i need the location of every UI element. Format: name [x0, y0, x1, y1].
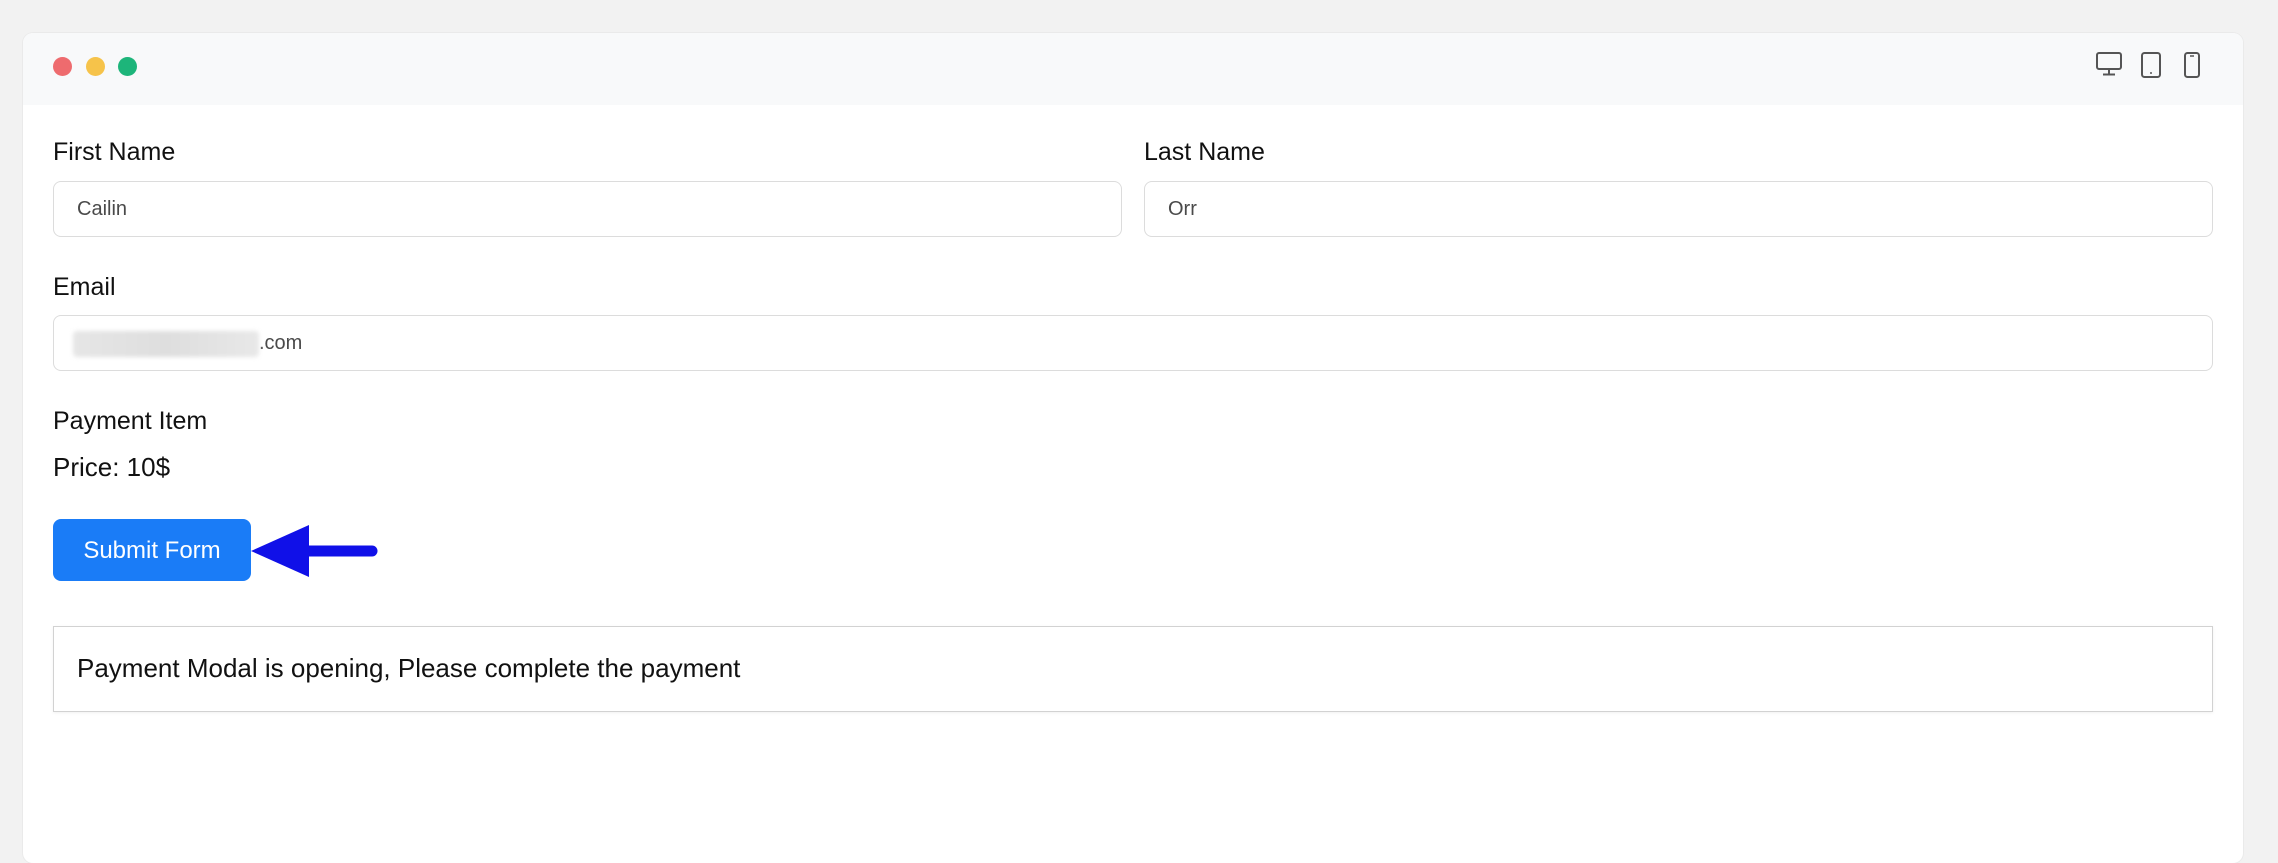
title-bar — [23, 33, 2243, 105]
status-message: Payment Modal is opening, Please complet… — [53, 626, 2213, 712]
redacted-text — [73, 330, 259, 357]
email-label: Email — [53, 273, 116, 301]
maximize-window-button[interactable] — [118, 57, 137, 76]
mobile-icon[interactable] — [2183, 51, 2201, 79]
close-window-button[interactable] — [53, 57, 72, 76]
annotation-arrow-icon — [251, 523, 381, 584]
submit-form-button[interactable]: Submit Form — [53, 519, 251, 581]
first-name-input[interactable]: Cailin — [53, 181, 1122, 237]
desktop-icon[interactable] — [2095, 51, 2123, 77]
app-window: First Name Cailin Last Name Orr Email .c… — [23, 33, 2243, 863]
minimize-window-button[interactable] — [86, 57, 105, 76]
email-visible-text: .com — [259, 332, 303, 354]
first-name-label: First Name — [53, 138, 176, 166]
last-name-label: Last Name — [1144, 138, 1265, 166]
last-name-input[interactable]: Orr — [1144, 181, 2213, 237]
email-input[interactable]: .com — [53, 315, 2213, 371]
tablet-icon[interactable] — [2140, 51, 2162, 79]
payment-item-label: Payment Item — [53, 407, 208, 435]
price-text: Price: 10$ — [53, 452, 171, 482]
